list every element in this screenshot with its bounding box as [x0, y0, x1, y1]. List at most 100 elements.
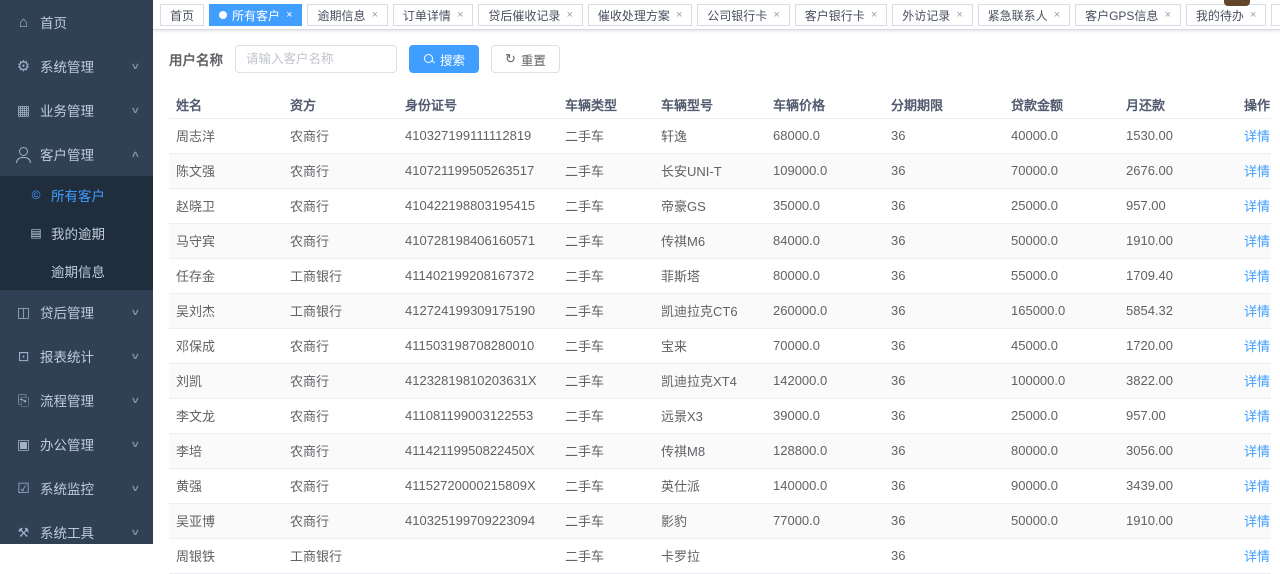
- close-icon[interactable]: ×: [286, 10, 292, 21]
- tab-item[interactable]: 首页: [160, 4, 204, 26]
- table-cell: 36: [884, 538, 1004, 573]
- table-cell: 41232819810203631X: [398, 363, 558, 398]
- table-cell: 411402199208167372: [398, 258, 558, 293]
- table-cell: 农商行: [283, 188, 398, 223]
- column-header: 身份证号: [398, 91, 558, 118]
- table-cell: 36: [884, 363, 1004, 398]
- sidebar-item-home[interactable]: 首页: [0, 0, 153, 44]
- sidebar-item-customer-management[interactable]: 客户管理 ∧: [0, 132, 153, 176]
- sidebar-item-my-overdue[interactable]: 我的逾期: [0, 214, 153, 252]
- table-cell: 农商行: [283, 503, 398, 538]
- table-cell: 二手车: [558, 188, 654, 223]
- tab-item[interactable]: 我的待办×: [1186, 4, 1266, 26]
- customer-name-input[interactable]: [235, 45, 397, 73]
- table-cell: 5854.32: [1119, 293, 1237, 328]
- detail-link[interactable]: 详情: [1244, 199, 1270, 214]
- tab-item[interactable]: 客户GPS信息×: [1075, 4, 1181, 26]
- avatar[interactable]: [1224, 0, 1250, 6]
- detail-link[interactable]: 详情: [1244, 444, 1270, 459]
- table-cell: 410327199111112819: [398, 118, 558, 153]
- detail-link[interactable]: 详情: [1244, 339, 1270, 354]
- tab-item[interactable]: 客户银行卡×: [795, 4, 887, 26]
- sidebar-item-process-management[interactable]: 流程管理 ∨: [0, 378, 153, 422]
- tab-item[interactable]: 订单详情×: [393, 4, 473, 26]
- table-row: 陈文强农商行410721199505263517二手车长安UNI-T109000…: [169, 153, 1271, 188]
- table-cell: [766, 538, 884, 573]
- table-cell: 40000.0: [1004, 118, 1119, 153]
- table-cell: 80000.0: [766, 258, 884, 293]
- table-cell: 50000.0: [1004, 223, 1119, 258]
- sidebar-item-system-management[interactable]: 系统管理 ∨: [0, 44, 153, 88]
- column-header: 姓名: [169, 91, 283, 118]
- table-row: 赵晓卫农商行410422198803195415二手车帝豪GS35000.036…: [169, 188, 1271, 223]
- detail-link[interactable]: 详情: [1244, 514, 1270, 529]
- close-icon[interactable]: ×: [1054, 10, 1060, 21]
- table-row: 李培农商行41142119950822450X二手车传祺M8128800.036…: [169, 433, 1271, 468]
- tab-item[interactable]: 外访记录×: [892, 4, 972, 26]
- table-cell: 80000.0: [1004, 433, 1119, 468]
- detail-link[interactable]: 详情: [1244, 269, 1270, 284]
- tab-item[interactable]: 所有客户×: [209, 4, 302, 26]
- close-icon[interactable]: ×: [676, 10, 682, 21]
- tab-item[interactable]: 逾期信息×: [307, 4, 387, 26]
- detail-link[interactable]: 详情: [1244, 479, 1270, 494]
- detail-link[interactable]: 详情: [1244, 234, 1270, 249]
- search-button[interactable]: 搜索: [409, 45, 479, 73]
- detail-link[interactable]: 详情: [1244, 374, 1270, 389]
- sidebar-item-overdue-info[interactable]: 逾期信息: [0, 252, 153, 290]
- content-panel: 用户名称 搜索 重置 姓名资方身份证号车辆类型车辆型号车辆价格分期期限贷款金额月…: [153, 30, 1280, 574]
- close-icon[interactable]: ×: [956, 10, 962, 21]
- sidebar-item-business-management[interactable]: 业务管理 ∨: [0, 88, 153, 132]
- table-row: 周银铁工商银行二手车卡罗拉36详情: [169, 538, 1271, 573]
- sidebar-item-report-statistics[interactable]: 报表统计 ∨: [0, 334, 153, 378]
- close-icon[interactable]: ×: [566, 10, 572, 21]
- close-icon[interactable]: ×: [371, 10, 377, 21]
- table-cell: 二手车: [558, 293, 654, 328]
- close-icon[interactable]: ×: [457, 10, 463, 21]
- tab-item[interactable]: 我的流程×: [1271, 4, 1280, 26]
- column-header: 贷款金额: [1004, 91, 1119, 118]
- main-area: 首页所有客户×逾期信息×订单详情×贷后催收记录×催收处理方案×公司银行卡×客户银…: [153, 0, 1280, 544]
- table-cell: 农商行: [283, 118, 398, 153]
- sidebar-item-system-tools[interactable]: 系统工具 ∨: [0, 510, 153, 544]
- sidebar-item-post-loan-management[interactable]: 贷后管理 ∨: [0, 290, 153, 334]
- tab-item[interactable]: 紧急联系人 ×: [978, 4, 1070, 26]
- chevron-down-icon: ∨: [131, 351, 141, 362]
- detail-link[interactable]: 详情: [1244, 304, 1270, 319]
- close-icon[interactable]: ×: [1164, 10, 1170, 21]
- close-icon[interactable]: ×: [871, 10, 877, 21]
- tab-item[interactable]: 贷后催收记录×: [478, 4, 582, 26]
- table-cell-actions: 详情: [1237, 293, 1271, 328]
- tab-label: 公司银行卡: [707, 7, 767, 24]
- table-row: 刘凯农商行41232819810203631X二手车凯迪拉克XT4142000.…: [169, 363, 1271, 398]
- detail-link[interactable]: 详情: [1244, 164, 1270, 179]
- detail-link[interactable]: 详情: [1244, 409, 1270, 424]
- table-cell: 二手车: [558, 398, 654, 433]
- tab-label: 紧急联系人: [988, 7, 1048, 24]
- table-cell: 55000.0: [1004, 258, 1119, 293]
- table-cell: 36: [884, 503, 1004, 538]
- table-row: 邓保成农商行411503198708280010二手车宝来70000.03645…: [169, 328, 1271, 363]
- sidebar-item-label: 业务管理: [40, 100, 132, 120]
- detail-link[interactable]: 详情: [1244, 129, 1270, 144]
- reset-button[interactable]: 重置: [491, 45, 560, 73]
- tab-item[interactable]: 催收处理方案×: [588, 4, 692, 26]
- table-cell: 二手车: [558, 223, 654, 258]
- table-cell: 卡罗拉: [654, 538, 766, 573]
- table-cell: 410422198803195415: [398, 188, 558, 223]
- table-cell-actions: 详情: [1237, 503, 1271, 538]
- sidebar-item-system-monitoring[interactable]: 系统监控 ∨: [0, 466, 153, 510]
- table-cell: 3822.00: [1119, 363, 1237, 398]
- detail-link[interactable]: 详情: [1244, 549, 1270, 564]
- sidebar-item-office-management[interactable]: 办公管理 ∨: [0, 422, 153, 466]
- sidebar-item-label: 贷后管理: [40, 302, 132, 322]
- table-cell: 帝豪GS: [654, 188, 766, 223]
- close-icon[interactable]: ×: [773, 10, 779, 21]
- close-icon[interactable]: ×: [1250, 10, 1256, 21]
- table-cell: 3439.00: [1119, 468, 1237, 503]
- sidebar-item-label: 系统工具: [40, 522, 132, 542]
- chevron-down-icon: ∨: [131, 307, 141, 318]
- sidebar-item-all-customers[interactable]: 所有客户: [0, 176, 153, 214]
- tab-item[interactable]: 公司银行卡 ×: [697, 4, 789, 26]
- table-cell-actions: 详情: [1237, 538, 1271, 573]
